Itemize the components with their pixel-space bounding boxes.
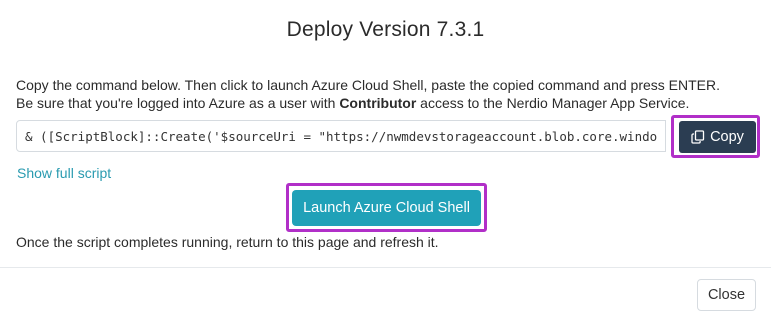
footer-divider <box>0 267 771 268</box>
command-input[interactable] <box>16 120 666 152</box>
copy-button-label: Copy <box>710 129 744 145</box>
completion-note: Once the script completes running, retur… <box>16 234 439 250</box>
instructions-line-2-suffix: access to the Nerdio Manager App Service… <box>416 95 690 111</box>
instructions-text: Copy the command below. Then click to la… <box>16 76 756 112</box>
instructions-line-2-prefix: Be sure that you're logged into Azure as… <box>16 95 340 111</box>
show-full-script-link[interactable]: Show full script <box>17 165 111 181</box>
contributor-role-text: Contributor <box>339 95 417 111</box>
modal-title: Deploy Version 7.3.1 <box>286 18 485 41</box>
copy-button[interactable]: Copy <box>679 121 756 153</box>
close-button[interactable]: Close <box>697 279 756 311</box>
command-row: Copy <box>16 115 760 158</box>
copy-icon <box>691 130 705 144</box>
launch-azure-cloud-shell-button[interactable]: Launch Azure Cloud Shell <box>292 190 481 226</box>
instructions-line-2: Be sure that you're logged into Azure as… <box>16 94 756 112</box>
instructions-line-1: Copy the command below. Then click to la… <box>16 77 721 93</box>
